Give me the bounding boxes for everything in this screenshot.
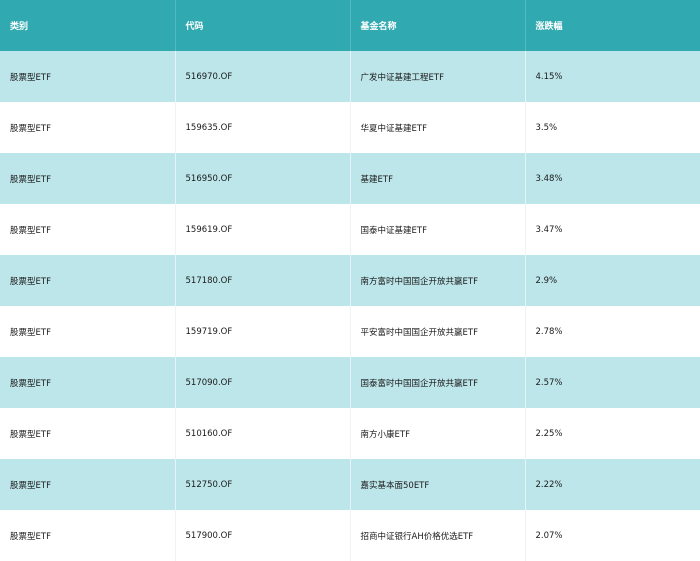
table-row[interactable]: 股票型ETF 516950.OF 基建ETF 3.48%	[0, 153, 700, 204]
cell-fund-name: 广发中证基建工程ETF	[350, 51, 526, 102]
cell-fund-name: 招商中证银行AH价格优选ETF	[350, 510, 526, 561]
column-header-fund-name[interactable]: 基金名称	[350, 0, 526, 51]
cell-change: 3.48%	[535, 173, 563, 184]
cell-fund-name: 嘉实基本面50ETF	[350, 459, 526, 510]
cell-fund-name: 国泰富时中国国企开放共赢ETF	[350, 357, 526, 408]
cell-change: 3.47%	[525, 204, 700, 255]
cell-category: 股票型ETF	[0, 459, 176, 510]
cell-change: 2.57%	[535, 377, 563, 388]
table-row[interactable]: 股票型ETF 517090.OF 国泰富时中国国企开放共赢ETF 2.57%	[0, 357, 700, 408]
cell-category: 股票型ETF	[0, 51, 176, 102]
cell-code: 517180.OF	[175, 255, 351, 306]
cell-code: 517900.OF	[175, 510, 351, 561]
cell-fund-name: 华夏中证基建ETF	[350, 102, 526, 153]
cell-category: 股票型ETF	[0, 357, 176, 408]
cell-fund-name: 国泰中证基建ETF	[350, 204, 526, 255]
cell-category: 股票型ETF	[0, 102, 176, 153]
cell-category: 股票型ETF	[0, 255, 176, 306]
cell-code: 159619.OF	[175, 204, 351, 255]
column-header-change[interactable]: 涨跌幅	[525, 0, 700, 51]
cell-change: 2.9%	[535, 275, 558, 286]
cell-change: 2.07%	[525, 510, 700, 561]
cell-code: 510160.OF	[175, 408, 351, 459]
cell-code: 517090.OF	[175, 357, 351, 408]
cell-fund-name: 基建ETF	[350, 153, 526, 204]
cell-change: 2.22%	[535, 479, 563, 490]
table-row[interactable]: 股票型ETF 510160.OF 南方小康ETF 2.25%	[0, 408, 700, 459]
column-header-code[interactable]: 代码	[175, 0, 351, 51]
cell-category: 股票型ETF	[0, 408, 176, 459]
fund-table: 类别 代码 基金名称 涨跌幅 股票型ETF 516970.OF 广发中证基建工程…	[0, 0, 700, 561]
cell-code: 159719.OF	[175, 306, 351, 357]
table-row[interactable]: 股票型ETF 159619.OF 国泰中证基建ETF 3.47%	[0, 204, 700, 255]
cell-category: 股票型ETF	[0, 306, 176, 357]
cell-fund-name: 南方富时中国国企开放共赢ETF	[350, 255, 526, 306]
cell-change: 4.15%	[535, 71, 563, 82]
table-row[interactable]: 股票型ETF 159719.OF 平安富时中国国企开放共赢ETF 2.78%	[0, 306, 700, 357]
table-row[interactable]: 股票型ETF 512750.OF 嘉实基本面50ETF 2.22%	[0, 459, 700, 510]
table-body: 股票型ETF 516970.OF 广发中证基建工程ETF 4.15% 股票型ET…	[0, 51, 700, 561]
cell-code: 512750.OF	[175, 459, 351, 510]
cell-change: 2.25%	[525, 408, 700, 459]
cell-fund-name: 平安富时中国国企开放共赢ETF	[350, 306, 526, 357]
cell-category: 股票型ETF	[0, 510, 176, 561]
cell-code: 159635.OF	[175, 102, 351, 153]
table-row[interactable]: 股票型ETF 517900.OF 招商中证银行AH价格优选ETF 2.07%	[0, 510, 700, 561]
table-row[interactable]: 股票型ETF 159635.OF 华夏中证基建ETF 3.5%	[0, 102, 700, 153]
cell-change: 3.5%	[525, 102, 700, 153]
column-header-category[interactable]: 类别	[0, 0, 176, 51]
cell-category: 股票型ETF	[0, 153, 176, 204]
table-row[interactable]: 股票型ETF 517180.OF 南方富时中国国企开放共赢ETF 2.9%	[0, 255, 700, 306]
cell-change: 2.78%	[525, 306, 700, 357]
header-row: 类别 代码 基金名称 涨跌幅	[0, 0, 700, 51]
table-header: 类别 代码 基金名称 涨跌幅	[0, 0, 700, 51]
table-row[interactable]: 股票型ETF 516970.OF 广发中证基建工程ETF 4.15%	[0, 51, 700, 102]
cell-code: 516950.OF	[175, 153, 351, 204]
cell-category: 股票型ETF	[0, 204, 176, 255]
cell-code: 516970.OF	[175, 51, 351, 102]
cell-fund-name: 南方小康ETF	[350, 408, 526, 459]
